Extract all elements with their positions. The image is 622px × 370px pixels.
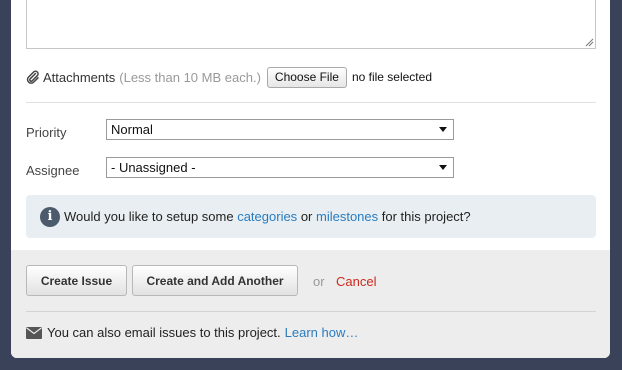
form-footer: Create Issue Create and Add Another or C…: [11, 250, 610, 358]
envelope-icon: [26, 326, 42, 339]
file-status-text: no file selected: [351, 70, 432, 84]
setup-info-text: Would you like to setup some categories …: [64, 209, 471, 224]
priority-label: Priority: [26, 125, 67, 140]
create-and-add-another-button[interactable]: Create and Add Another: [132, 265, 298, 296]
attachments-label: Attachments: [43, 69, 116, 85]
email-issues-text: You can also email issues to this projec…: [47, 325, 281, 340]
description-textarea[interactable]: [26, 0, 596, 49]
cancel-link[interactable]: Cancel: [336, 274, 376, 289]
priority-selected-value: Normal: [111, 122, 153, 137]
assignee-selected-value: - Unassigned -: [111, 160, 196, 175]
info-suffix: for this project?: [381, 209, 471, 224]
attachments-row: Attachments (Less than 10 MB each.) Choo…: [26, 66, 432, 88]
paperclip-icon: [26, 70, 39, 84]
new-issue-form: Attachments (Less than 10 MB each.) Choo…: [11, 0, 610, 358]
learn-how-link[interactable]: Learn how…: [285, 325, 359, 340]
choose-file-button[interactable]: Choose File: [266, 66, 347, 88]
info-or: or: [300, 209, 313, 224]
dropdown-arrow-icon: [439, 127, 447, 132]
info-icon: i: [40, 206, 60, 227]
resize-grip-icon[interactable]: [585, 38, 594, 47]
attachments-size-hint: (Less than 10 MB each.): [119, 69, 261, 85]
info-prefix: Would you like to setup some: [64, 209, 234, 224]
create-issue-button[interactable]: Create Issue: [26, 265, 127, 296]
priority-select[interactable]: Normal: [106, 119, 454, 140]
dropdown-arrow-icon: [439, 165, 447, 170]
categories-link[interactable]: categories: [237, 209, 297, 224]
footer-divider: [26, 311, 596, 312]
assignee-select[interactable]: - Unassigned -: [106, 157, 454, 178]
or-separator: or: [313, 274, 325, 289]
setup-info-box: i Would you like to setup some categorie…: [26, 195, 596, 238]
milestones-link[interactable]: milestones: [316, 209, 378, 224]
assignee-label: Assignee: [26, 163, 80, 178]
section-divider: [26, 102, 596, 103]
email-issues-row: You can also email issues to this projec…: [26, 325, 358, 340]
